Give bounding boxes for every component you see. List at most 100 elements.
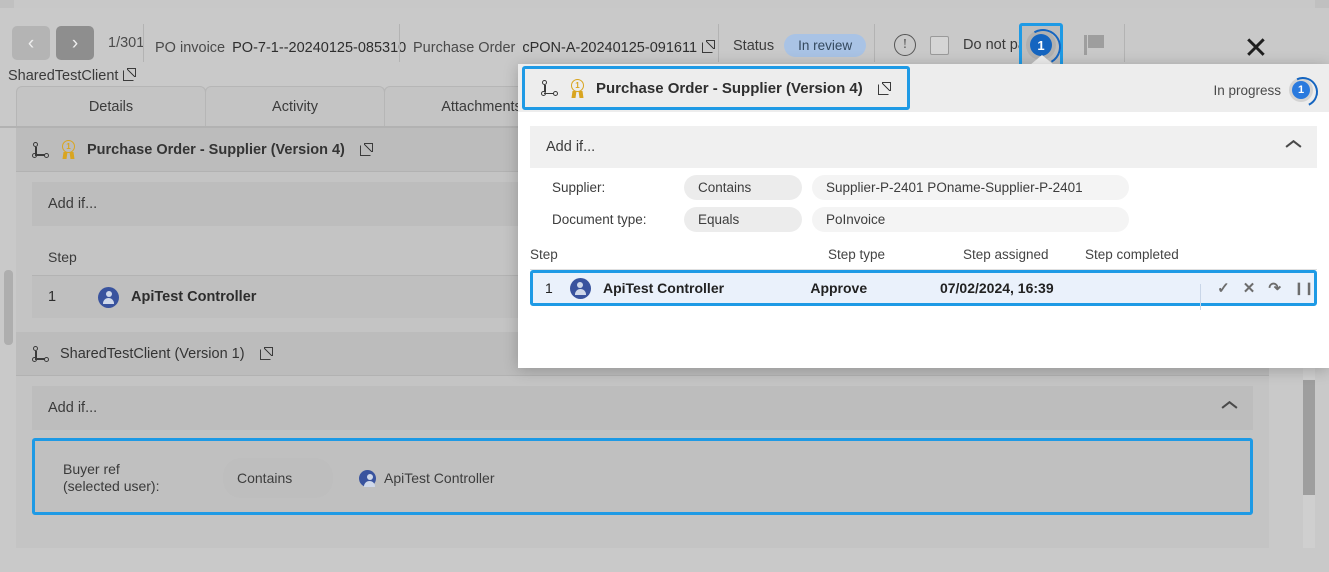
purchase-order-label: Purchase Order bbox=[413, 40, 515, 56]
popup-status-badge: 1 bbox=[1292, 81, 1310, 99]
external-link-icon[interactable] bbox=[260, 347, 273, 360]
column-step: Step bbox=[48, 249, 98, 265]
header-divider-4 bbox=[874, 24, 875, 62]
row-step-number: 1 bbox=[48, 289, 86, 305]
condition-value[interactable]: Supplier-P-2401 POname-Supplier-P-2401 bbox=[812, 175, 1129, 200]
chevron-left-icon: ‹ bbox=[28, 34, 34, 53]
do-not-pay-checkbox[interactable] bbox=[930, 36, 949, 55]
popup-add-if-section[interactable]: Add if... bbox=[530, 126, 1317, 168]
condition-operator[interactable]: Equals bbox=[684, 207, 802, 232]
user-avatar-icon bbox=[570, 278, 591, 299]
row-step-number: 1 bbox=[533, 280, 570, 296]
buyer-ref-condition-highlight: Buyer ref (selected user): Contains ApiT… bbox=[32, 438, 1253, 515]
status-badge[interactable]: In review bbox=[784, 34, 866, 57]
tab-activity[interactable]: Activity bbox=[205, 86, 385, 126]
popup-title: Purchase Order - Supplier (Version 4) bbox=[596, 80, 863, 97]
record-navigation: ‹ › 1/301 bbox=[12, 26, 144, 60]
buyer-ref-label: Buyer ref (selected user): bbox=[63, 461, 213, 496]
chevron-up-icon[interactable] bbox=[1286, 143, 1301, 152]
add-if-section-2[interactable]: Add if... bbox=[32, 386, 1253, 430]
approve-action-icon[interactable]: ✓ bbox=[1217, 279, 1230, 297]
inner-scrollbar-thumb[interactable] bbox=[4, 270, 13, 345]
purchase-order-value: cPON-A-20240125-091611 bbox=[522, 40, 697, 56]
tab-label: Details bbox=[89, 99, 133, 115]
row-user-name: ApiTest Controller bbox=[591, 280, 810, 296]
row-step-assigned: 07/02/2024, 16:39 bbox=[940, 280, 1108, 296]
popup-status-text: In progress bbox=[1213, 83, 1281, 98]
workflow-popup: 1 Purchase Order - Supplier (Version 4) … bbox=[518, 64, 1329, 368]
reassign-action-icon[interactable]: ↷ bbox=[1268, 279, 1281, 297]
add-if-label: Add if... bbox=[546, 139, 595, 155]
buyer-ref-condition-row: Buyer ref (selected user): Contains ApiT… bbox=[35, 449, 1250, 498]
cell-separator bbox=[1200, 284, 1201, 310]
warning-icon[interactable]: ! bbox=[894, 34, 916, 56]
sub-client-name: SharedTestClient bbox=[8, 68, 136, 84]
window-top-strip bbox=[0, 0, 1329, 8]
vertical-scrollbar-thumb[interactable] bbox=[1303, 380, 1315, 495]
buyer-ref-value-text: ApiTest Controller bbox=[384, 470, 495, 486]
popup-title-highlight[interactable]: 1 Purchase Order - Supplier (Version 4) bbox=[522, 66, 910, 110]
flags-group: ! Do not pay bbox=[894, 34, 1033, 56]
top-strip-inner bbox=[14, 0, 1315, 8]
reject-action-icon[interactable]: ✕ bbox=[1243, 279, 1256, 297]
chevron-right-icon: › bbox=[72, 34, 78, 53]
tab-label: Attachments bbox=[441, 99, 522, 115]
pause-action-icon[interactable]: ❙❙ bbox=[1294, 281, 1314, 295]
workflow-card-2-title: SharedTestClient (Version 1) bbox=[60, 346, 245, 362]
previous-record-button[interactable]: ‹ bbox=[12, 26, 50, 60]
buyer-ref-label-line2: (selected user): bbox=[63, 478, 159, 494]
external-link-icon[interactable] bbox=[702, 40, 715, 53]
external-link-icon[interactable] bbox=[123, 68, 136, 81]
add-if-label: Add if... bbox=[48, 196, 97, 212]
popup-table-header: Step Step type Step assigned Step comple… bbox=[530, 240, 1317, 270]
flag-cloth bbox=[1088, 35, 1104, 48]
condition-value[interactable]: PoInvoice bbox=[812, 207, 1129, 232]
popup-table-row-highlight[interactable]: 1 ApiTest Controller Approve 07/02/2024,… bbox=[530, 270, 1317, 306]
status-label: Status bbox=[733, 38, 774, 54]
flag-pole bbox=[1084, 35, 1087, 55]
user-avatar-icon bbox=[98, 287, 119, 308]
workflow-icon bbox=[32, 346, 50, 362]
workflow-count-badge: 1 bbox=[1030, 34, 1052, 56]
external-link-icon[interactable] bbox=[360, 143, 373, 156]
chevron-up-icon[interactable] bbox=[1222, 404, 1237, 413]
column-step-completed: Step completed bbox=[1085, 247, 1235, 262]
popup-header: 1 Purchase Order - Supplier (Version 4) … bbox=[518, 64, 1329, 112]
purchase-order-field: Purchase Order cPON-A-20240125-091611 bbox=[413, 40, 715, 56]
flag-icon[interactable] bbox=[1084, 35, 1106, 55]
column-step-type: Step type bbox=[828, 247, 963, 262]
sub-client-label: SharedTestClient bbox=[8, 68, 118, 84]
progress-ring-icon: 1 bbox=[1289, 78, 1313, 102]
header-divider-2 bbox=[399, 24, 400, 62]
record-page-counter: 1/301 bbox=[108, 35, 144, 51]
workflow-icon bbox=[32, 142, 50, 158]
row-step-type: Approve bbox=[810, 280, 940, 296]
po-invoice-label: PO invoice bbox=[155, 40, 225, 56]
status-group: Status In review bbox=[733, 34, 866, 57]
column-step: Step bbox=[530, 247, 828, 262]
close-button[interactable]: ✕ bbox=[1241, 34, 1271, 64]
header-divider-5 bbox=[1124, 24, 1125, 62]
column-step-assigned: Step assigned bbox=[963, 247, 1085, 262]
buyer-ref-value[interactable]: ApiTest Controller bbox=[343, 458, 1234, 498]
condition-label: Document type: bbox=[552, 212, 674, 227]
condition-operator[interactable]: Contains bbox=[684, 175, 802, 200]
workflow-card-2-body: Add if... Buyer ref (selected user): Con… bbox=[32, 386, 1253, 515]
row-actions: ✓ ✕ ↷ ❙❙ bbox=[1199, 279, 1314, 297]
external-link-icon[interactable] bbox=[878, 82, 891, 95]
user-avatar-icon bbox=[359, 470, 376, 487]
tab-label: Activity bbox=[272, 99, 318, 115]
po-invoice-value: PO-7-1--20240125-085310 bbox=[232, 40, 406, 56]
popup-condition-supplier: Supplier: Contains Supplier-P-2401 POnam… bbox=[530, 168, 1317, 200]
award-medal-icon: 1 bbox=[569, 79, 586, 98]
workflow-icon bbox=[541, 80, 559, 96]
header-divider-3 bbox=[718, 24, 719, 62]
popup-condition-document-type: Document type: Equals PoInvoice bbox=[530, 200, 1317, 232]
popup-status-group: In progress 1 bbox=[1213, 78, 1313, 102]
award-medal-icon: 1 bbox=[60, 140, 77, 159]
buyer-ref-operator[interactable]: Contains bbox=[223, 458, 333, 498]
next-record-button[interactable]: › bbox=[56, 26, 94, 60]
tab-details[interactable]: Details bbox=[16, 86, 206, 126]
add-if-label: Add if... bbox=[48, 400, 97, 416]
workflow-card-1-title: Purchase Order - Supplier (Version 4) bbox=[87, 142, 345, 158]
